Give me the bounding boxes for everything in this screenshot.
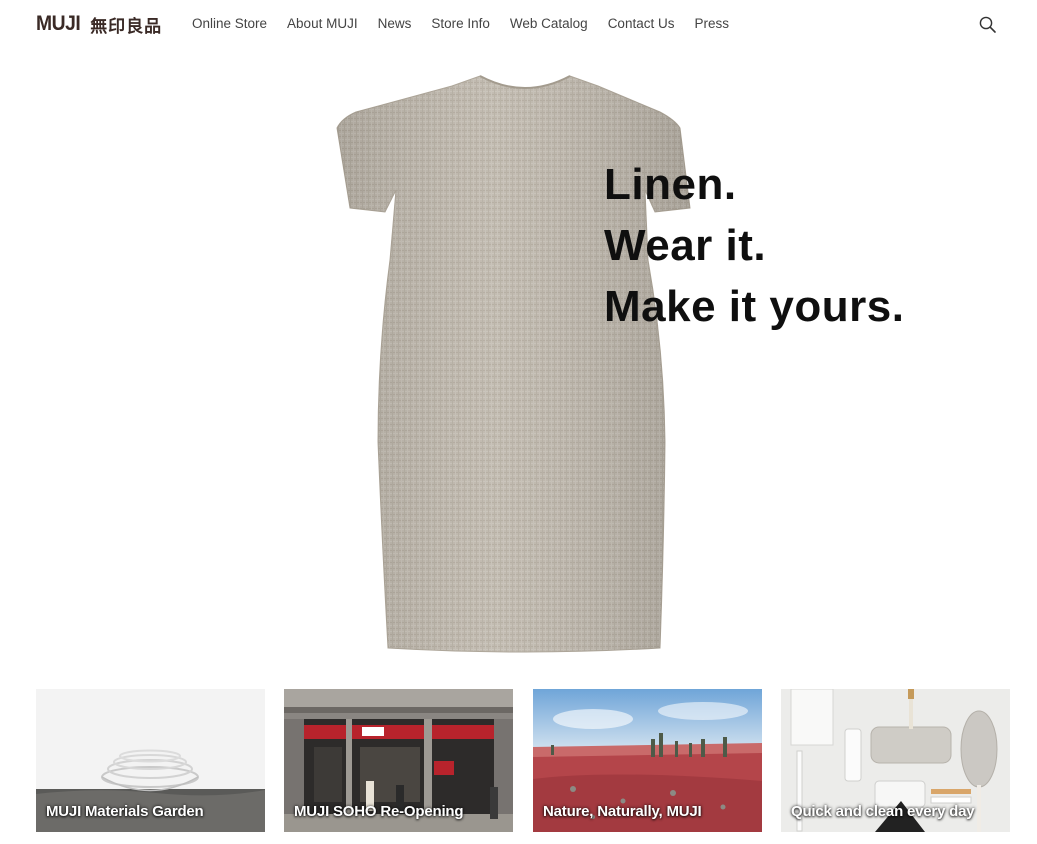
headline-line-2: Wear it.: [604, 221, 767, 270]
search-icon[interactable]: [978, 15, 998, 35]
muji-logo[interactable]: MUJI 無印良品: [36, 11, 162, 37]
nav-about-muji[interactable]: About MUJI: [287, 16, 358, 31]
nav-store-info[interactable]: Store Info: [431, 16, 490, 31]
card-materials-garden[interactable]: MUJI Materials Garden: [36, 689, 265, 832]
nav-online-store[interactable]: Online Store: [192, 16, 267, 31]
card-label: Nature, Naturally, MUJI: [543, 803, 702, 820]
site-header: MUJI 無印良品 Online Store About MUJI News S…: [0, 0, 1037, 50]
headline-line-3: Make it yours.: [604, 282, 905, 331]
nav-contact-us[interactable]: Contact Us: [608, 16, 675, 31]
main-nav: Online Store About MUJI News Store Info …: [192, 16, 749, 31]
logo-text: MUJI: [36, 12, 81, 35]
headline-line-1: Linen.: [604, 160, 737, 209]
card-label: Quick and clean every day: [791, 803, 975, 820]
nav-web-catalog[interactable]: Web Catalog: [510, 16, 588, 31]
hero-banner[interactable]: Linen. Wear it. Make it yours.: [0, 50, 1037, 670]
feature-cards: MUJI Materials Garden MUJI SOHO Re-Openi…: [36, 689, 1010, 832]
card-nature-naturally[interactable]: Nature, Naturally, MUJI: [533, 689, 762, 832]
card-label: MUJI SOHO Re-Opening: [294, 803, 464, 820]
nav-press[interactable]: Press: [694, 16, 729, 31]
card-quick-clean[interactable]: Quick and clean every day: [781, 689, 1010, 832]
nav-news[interactable]: News: [378, 16, 412, 31]
card-label: MUJI Materials Garden: [46, 803, 204, 820]
logo-kanji: 無印良品: [90, 16, 163, 37]
card-soho-reopening[interactable]: MUJI SOHO Re-Opening: [284, 689, 513, 832]
hero-headline: Linen. Wear it. Make it yours.: [604, 154, 904, 337]
